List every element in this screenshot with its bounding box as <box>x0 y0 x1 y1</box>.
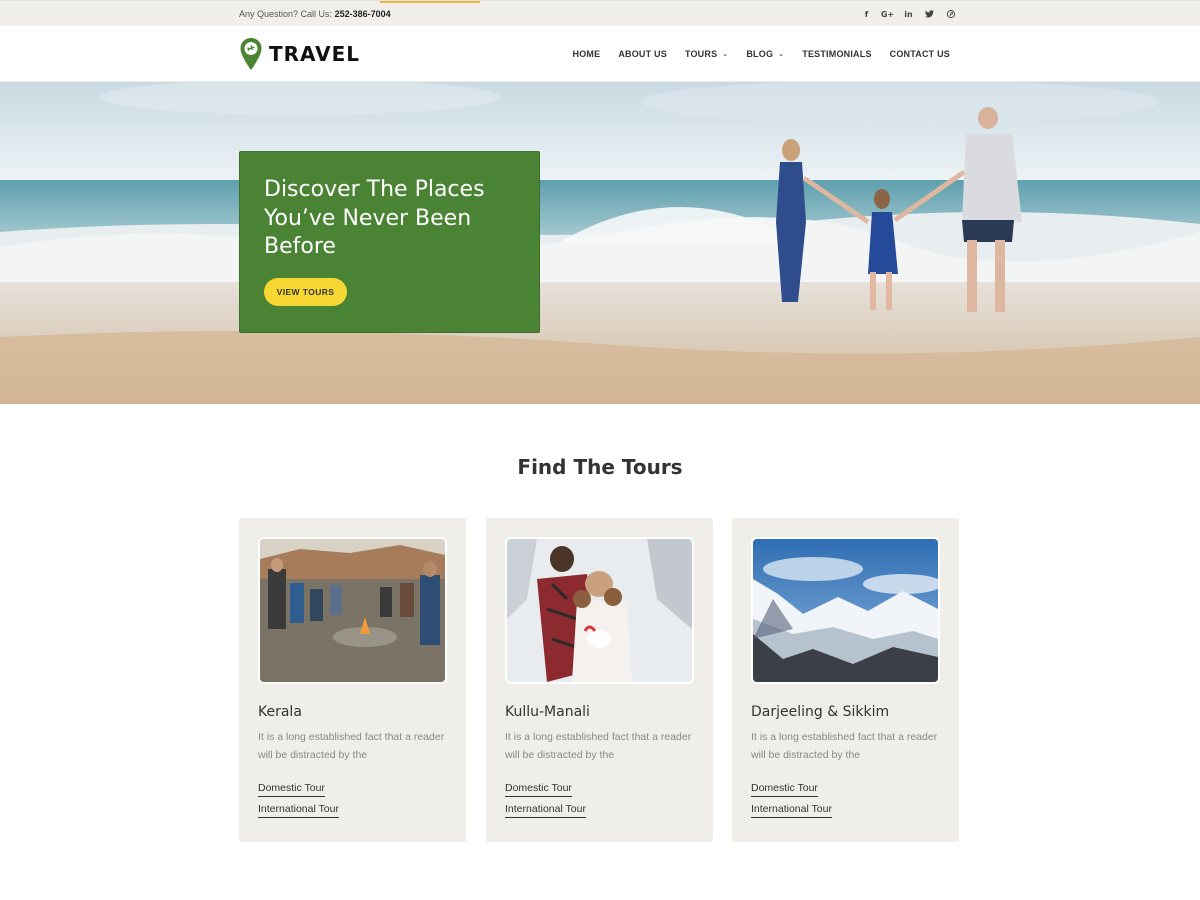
nav-blog[interactable]: BLOG ⌄ <box>746 49 784 59</box>
nav-home[interactable]: HOME <box>573 49 601 59</box>
tour-title[interactable]: Darjeeling & Sikkim <box>751 704 889 720</box>
section-title: Find The Tours <box>517 455 683 479</box>
domestic-tour-link[interactable]: Domestic Tour <box>258 782 325 797</box>
tour-description: It is a long established fact that a rea… <box>751 731 938 761</box>
tour-image-snow-couple[interactable] <box>505 537 694 684</box>
phone-number[interactable]: 252-386-7004 <box>335 9 391 19</box>
nav-blog-label: BLOG <box>746 49 774 59</box>
international-tour-link[interactable]: International Tour <box>751 803 832 818</box>
tour-image-mountains[interactable] <box>751 537 940 684</box>
view-tours-button[interactable]: VIEW TOURS <box>264 278 347 306</box>
tour-card: Kerala It is a long established fact tha… <box>239 518 466 842</box>
nav-testimonials[interactable]: TESTIMONIALS <box>802 49 871 59</box>
contact-label: Any Question? Call Us: <box>239 9 333 19</box>
chevron-down-icon: ⌄ <box>778 51 785 58</box>
contact-info: Any Question? Call Us: 252-386-7004 <box>239 9 391 19</box>
tour-title[interactable]: Kerala <box>258 704 302 720</box>
tour-card: Darjeeling & Sikkim It is a long establi… <box>732 518 959 842</box>
hero-banner: Discover The Places You’ve Never Been Be… <box>0 82 1200 404</box>
tour-description: It is a long established fact that a rea… <box>505 731 692 761</box>
beach-family-hero-image <box>0 82 1200 404</box>
social-links: f G+ in <box>856 10 961 19</box>
domestic-tour-link[interactable]: Domestic Tour <box>505 782 572 797</box>
international-tour-link[interactable]: International Tour <box>258 803 339 818</box>
tour-description: It is a long established fact that a rea… <box>258 731 445 761</box>
logo-text: TRAVEL <box>269 42 361 66</box>
nav-contact-us[interactable]: CONTACT US <box>890 49 950 59</box>
pinterest-icon[interactable] <box>940 10 961 18</box>
site-header: TRAVEL HOME ABOUT US TOURS ⌄ BLOG ⌄ TESTIM… <box>0 26 1200 82</box>
tour-card: Kullu-Manali It is a long established fa… <box>486 518 713 842</box>
google-plus-icon[interactable]: G+ <box>877 10 898 19</box>
twitter-icon[interactable] <box>919 10 940 18</box>
nav-about-us[interactable]: ABOUT US <box>618 49 667 59</box>
nav-home-label: HOME <box>572 49 601 59</box>
facebook-icon[interactable]: f <box>856 10 877 19</box>
international-tour-link[interactable]: International Tour <box>505 803 586 818</box>
map-pin-logo-icon <box>240 38 262 70</box>
nav-testimonials-label: TESTIMONIALS <box>802 49 872 59</box>
nav-about-label: ABOUT US <box>618 49 667 59</box>
chevron-down-icon: ⌄ <box>722 51 729 58</box>
tour-image-campfire[interactable] <box>258 537 447 684</box>
site-logo[interactable]: TRAVEL <box>239 37 360 71</box>
nav-tours[interactable]: TOURS ⌄ <box>685 49 728 59</box>
hero-callout: Discover The Places You’ve Never Been Be… <box>239 151 540 333</box>
hero-title: Discover The Places You’ve Never Been Be… <box>264 177 485 259</box>
nav-contact-label: CONTACT US <box>889 49 950 59</box>
main-nav: HOME ABOUT US TOURS ⌄ BLOG ⌄ TESTIMONIALS … <box>555 26 950 82</box>
nav-tours-label: TOURS <box>684 49 718 59</box>
linkedin-icon[interactable]: in <box>898 10 919 19</box>
tour-title[interactable]: Kullu-Manali <box>505 704 590 720</box>
domestic-tour-link[interactable]: Domestic Tour <box>751 782 818 797</box>
top-bar: Any Question? Call Us: 252-386-7004 f G+… <box>0 0 1200 26</box>
